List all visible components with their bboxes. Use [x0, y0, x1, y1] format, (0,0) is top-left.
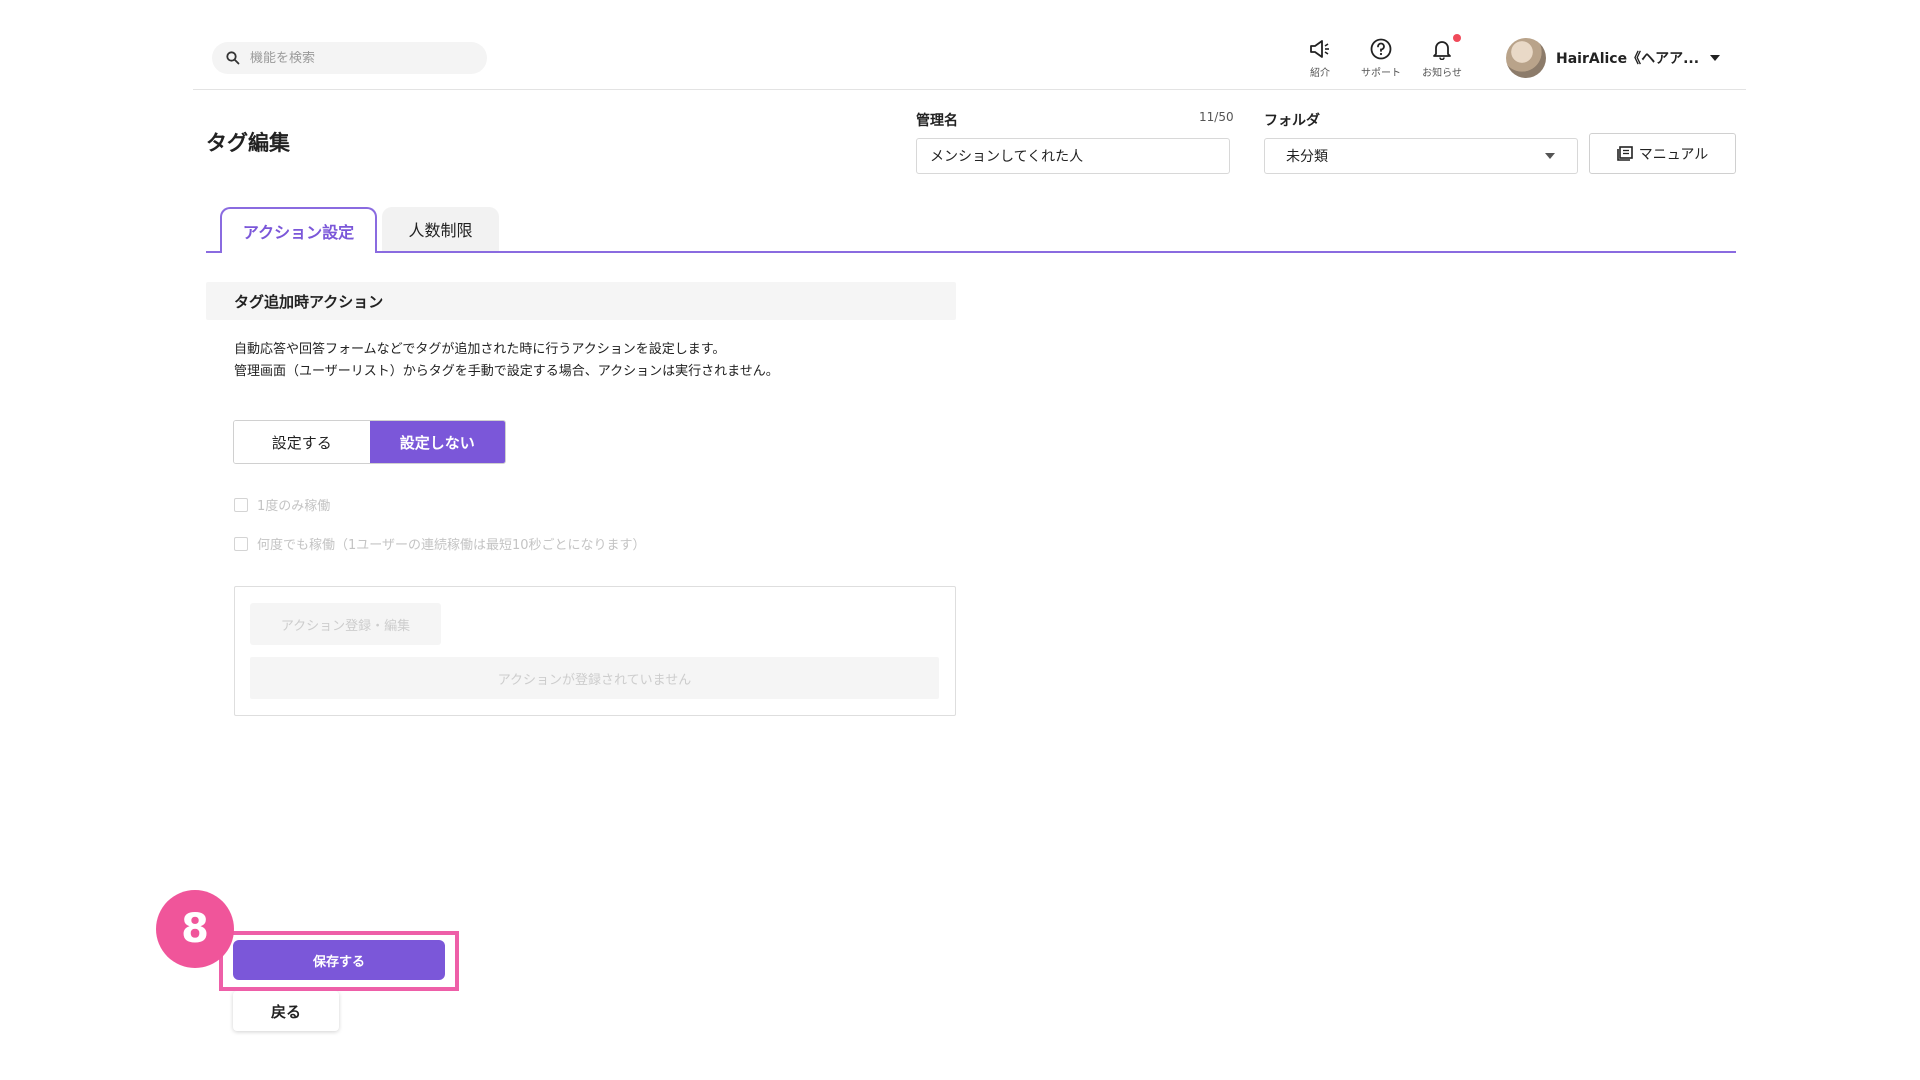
empty-actions-message: アクションが登録されていません — [250, 657, 939, 699]
run-many-label: 何度でも稼働（1ユーザーの連続稼働は最短10秒ごとになります） — [257, 538, 646, 553]
account-name: HairAlice《ヘアア... — [1556, 51, 1700, 67]
admin-name-label: 管理名 — [916, 113, 958, 129]
folder-value: 未分類 — [1286, 149, 1328, 165]
tab-action-settings[interactable]: アクション設定 — [220, 207, 377, 253]
page-title: タグ編集 — [206, 131, 290, 155]
chevron-down-icon — [1545, 153, 1555, 159]
tab-user-limit-label: 人数制限 — [408, 221, 473, 240]
action-toggle: 設定する 設定しない — [233, 420, 506, 464]
chevron-down-icon — [1710, 55, 1721, 61]
run-once-checkbox[interactable] — [234, 497, 248, 512]
enable-action-button[interactable]: 設定する — [234, 421, 370, 463]
admin-name-field[interactable] — [916, 138, 1230, 174]
run-once-label: 1度のみ稼働 — [257, 499, 331, 514]
avatar — [1506, 38, 1546, 78]
support-label: サポート — [1361, 68, 1401, 79]
tab-underline — [206, 251, 1736, 253]
run-once-option[interactable]: 1度のみ稼働 — [234, 495, 330, 514]
back-button[interactable]: 戻る — [233, 991, 339, 1031]
section-title: タグ追加時アクション — [234, 292, 384, 311]
notification-badge — [1453, 34, 1461, 42]
run-many-option[interactable]: 何度でも稼働（1ユーザーの連続稼働は最短10秒ごとになります） — [234, 534, 646, 553]
help-icon — [1370, 38, 1392, 60]
intro-button[interactable]: 紹介 — [1290, 38, 1350, 79]
search-input[interactable] — [250, 50, 450, 66]
account-menu[interactable]: HairAlice《ヘアア... — [1506, 38, 1721, 78]
search-icon — [226, 51, 240, 65]
admin-name-counter: 11/50 — [1199, 110, 1234, 124]
notifications-button[interactable]: お知らせ — [1412, 38, 1472, 79]
manual-label: マニュアル — [1638, 146, 1709, 163]
folder-label: フォルダ — [1264, 113, 1320, 129]
header-divider — [193, 89, 1746, 90]
megaphone-icon — [1310, 40, 1329, 58]
notifications-label: お知らせ — [1422, 68, 1462, 79]
bell-icon — [1433, 41, 1451, 60]
intro-label: 紹介 — [1310, 68, 1330, 79]
register-action-button[interactable]: アクション登録・編集 — [250, 603, 441, 645]
section-description-line1: 自動応答や回答フォームなどでタグが追加された時に行うアクションを設定します。 — [234, 342, 726, 357]
save-button[interactable]: 保存する — [233, 940, 445, 980]
tab-action-settings-label: アクション設定 — [242, 223, 355, 242]
section-header: タグ追加時アクション — [206, 282, 956, 320]
folder-select[interactable]: 未分類 — [1264, 138, 1578, 174]
run-many-checkbox[interactable] — [234, 536, 248, 551]
section-description-line2: 管理画面（ユーザーリスト）からタグを手動で設定する場合、アクションは実行されませ… — [234, 364, 779, 379]
disable-action-button[interactable]: 設定しない — [369, 421, 505, 463]
tab-user-limit[interactable]: 人数制限 — [382, 207, 499, 251]
support-button[interactable]: サポート — [1351, 38, 1411, 79]
search-bar[interactable] — [212, 42, 487, 74]
book-icon — [1616, 146, 1633, 161]
step-number-badge: 8 — [156, 890, 234, 968]
manual-button[interactable]: マニュアル — [1589, 133, 1736, 174]
